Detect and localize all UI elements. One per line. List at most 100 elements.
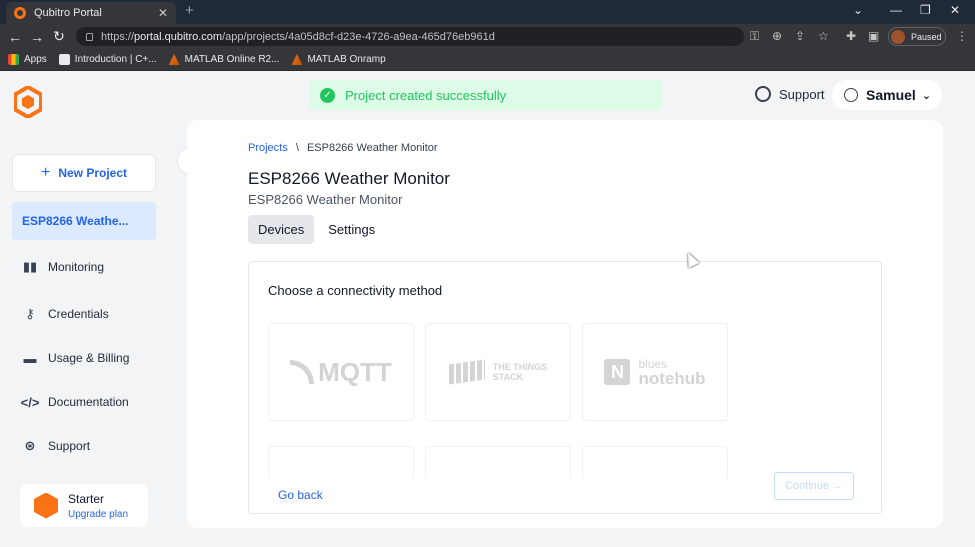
extensions-icon[interactable]: ✚	[846, 29, 856, 43]
mqtt-label: MQTT	[318, 356, 392, 387]
window-close-icon[interactable]: ✕	[950, 3, 960, 17]
support-link[interactable]: Support	[755, 86, 825, 102]
bookmark-label: Introduction | C+...	[74, 54, 157, 65]
new-tab-button[interactable]: +	[185, 2, 194, 19]
bookmarks-bar: Apps Introduction | C+... MATLAB Online …	[0, 49, 975, 71]
new-project-button[interactable]: + New Project	[12, 154, 156, 192]
matlab-icon	[291, 54, 303, 65]
matlab-icon	[168, 54, 180, 65]
user-icon	[844, 88, 858, 102]
forward-icon[interactable]: →	[26, 29, 48, 45]
upgrade-plan-link[interactable]: Upgrade plan	[68, 509, 128, 520]
app-root: ✓ Project created successfully Support S…	[0, 72, 975, 547]
page-subtitle: ESP8266 Weather Monitor	[248, 192, 403, 207]
sidebar-item-label: Usage & Billing	[48, 351, 130, 365]
key-icon: ⚷	[25, 306, 35, 321]
mqtt-wave-icon	[290, 360, 315, 384]
qubitro-logo-icon[interactable]	[14, 86, 42, 118]
things-stack-icon	[448, 359, 485, 385]
breadcrumb-separator: \	[295, 142, 299, 154]
bookmark-matlab-onramp[interactable]: MATLAB Onramp	[291, 54, 386, 65]
sidebar-item-label: Monitoring	[48, 260, 105, 274]
plus-icon: +	[40, 164, 51, 181]
reload-icon[interactable]: ↻	[48, 28, 70, 45]
sidebar-item-credentials[interactable]: ⚷ Credentials	[22, 306, 109, 321]
tab-title: Qubitro Portal	[34, 7, 102, 19]
blues-top: blues	[638, 356, 668, 371]
menu-kebab-icon[interactable]: ⋮	[956, 29, 968, 43]
profile-avatar	[891, 29, 905, 44]
mqtt-logo: MQTT	[290, 357, 392, 388]
tts-line-2: STACK	[492, 372, 524, 382]
zoom-icon[interactable]: ⊕	[772, 29, 782, 43]
connectivity-card: Choose a connectivity method MQTT THE TH…	[248, 261, 882, 514]
sidebar-item-label: Credentials	[48, 307, 109, 321]
breadcrumb-projects-link[interactable]: Projects	[248, 142, 288, 154]
minimize-icon[interactable]: —	[890, 3, 902, 17]
tts-line-1: THE THINGS	[492, 362, 548, 372]
bookmark-label: MATLAB Online R2...	[184, 54, 280, 65]
tab-close-icon[interactable]: ✕	[158, 6, 168, 20]
bookmark-star-icon[interactable]: ☆	[818, 29, 829, 43]
sidebar-item-label: Documentation	[48, 395, 129, 409]
plan-name: Starter	[68, 491, 105, 506]
sidebar-item-active-project[interactable]: ESP8266 Weathe...	[12, 202, 156, 240]
breadcrumb-current: ESP8266 Weather Monitor	[306, 142, 438, 154]
card-title: Choose a connectivity method	[268, 283, 443, 298]
lock-icon	[86, 32, 93, 41]
bookmark-apps[interactable]: Apps	[8, 54, 47, 65]
share-icon[interactable]: ⇪	[795, 29, 805, 43]
option-the-things-stack[interactable]: THE THINGS STACK	[425, 323, 571, 421]
sidebar-item-support[interactable]: ⊛ Support	[22, 438, 91, 453]
sidebar-item-monitoring[interactable]: ▮▮ Monitoring	[22, 259, 105, 274]
tab-settings[interactable]: Settings	[318, 215, 385, 244]
check-circle-icon: ✓	[320, 87, 335, 103]
support-label: Support	[779, 86, 825, 102]
chevron-down-icon: ⌄	[921, 89, 932, 102]
page-icon	[58, 54, 70, 65]
success-toast: ✓ Project created successfully	[310, 80, 662, 110]
address-bar[interactable]: https://portal.qubitro.com/app/projects/…	[76, 27, 744, 46]
browser-toolbar: ← → ↻ https://portal.qubitro.com/app/pro…	[0, 24, 975, 49]
bar-chart-icon: ▮▮	[22, 259, 38, 274]
qubitro-favicon-icon	[14, 7, 26, 19]
url-path: /app/projects/4a05d8cf-d23e-4726-a9ea-46…	[222, 30, 495, 43]
option-blues-notehub[interactable]: N blues notehub	[582, 323, 728, 421]
page-title: ESP8266 Weather Monitor	[248, 169, 450, 188]
side-panel-icon[interactable]: ▣	[868, 29, 879, 43]
key-icon[interactable]: ⚿	[750, 29, 759, 44]
profile-status: Paused	[911, 31, 942, 42]
user-menu-button[interactable]: Samuel ⌄	[832, 80, 942, 110]
sidebar-item-documentation[interactable]: </> Documentation	[20, 394, 129, 410]
apps-grid-icon	[8, 54, 19, 65]
blues-bottom: notehub	[638, 368, 706, 388]
user-name: Samuel	[866, 87, 916, 103]
sidebar-item-label: Support	[48, 439, 91, 453]
plan-hexagon-icon	[34, 492, 58, 519]
browser-tab[interactable]: Qubitro Portal ✕	[6, 2, 176, 24]
plan-card: Starter Upgrade plan	[20, 484, 148, 527]
continue-button[interactable]: Continue →	[774, 472, 854, 500]
back-icon[interactable]: ←	[4, 29, 26, 45]
bookmark-matlab-online[interactable]: MATLAB Online R2...	[168, 54, 280, 65]
profile-button[interactable]: Paused	[888, 27, 946, 46]
card-icon: ▬	[23, 350, 37, 366]
main-panel: Projects \ ESP8266 Weather Monitor ESP82…	[187, 120, 943, 528]
tab-devices[interactable]: Devices	[248, 215, 315, 244]
lifebuoy-icon: ⊛	[24, 438, 36, 453]
option-partial[interactable]	[268, 446, 414, 480]
bookmark-introduction[interactable]: Introduction | C+...	[58, 54, 157, 65]
restore-icon[interactable]: ❐	[920, 3, 931, 17]
option-partial[interactable]	[582, 446, 728, 480]
new-project-label: New Project	[58, 166, 128, 180]
code-icon: </>	[20, 394, 40, 410]
breadcrumb: Projects \ ESP8266 Weather Monitor	[248, 142, 438, 154]
go-back-link[interactable]: Go back	[278, 488, 323, 502]
project-tabs: Devices Settings	[248, 215, 389, 244]
option-mqtt[interactable]: MQTT	[268, 323, 414, 421]
sidebar-item-usage-billing[interactable]: ▬ Usage & Billing	[22, 350, 130, 366]
tab-search-icon[interactable]: ⌄	[853, 3, 863, 17]
option-partial[interactable]	[425, 446, 571, 480]
browser-tabstrip: Qubitro Portal ✕ + ⌄ — ❐ ✕	[0, 0, 975, 24]
url-prefix: https://	[101, 30, 135, 43]
